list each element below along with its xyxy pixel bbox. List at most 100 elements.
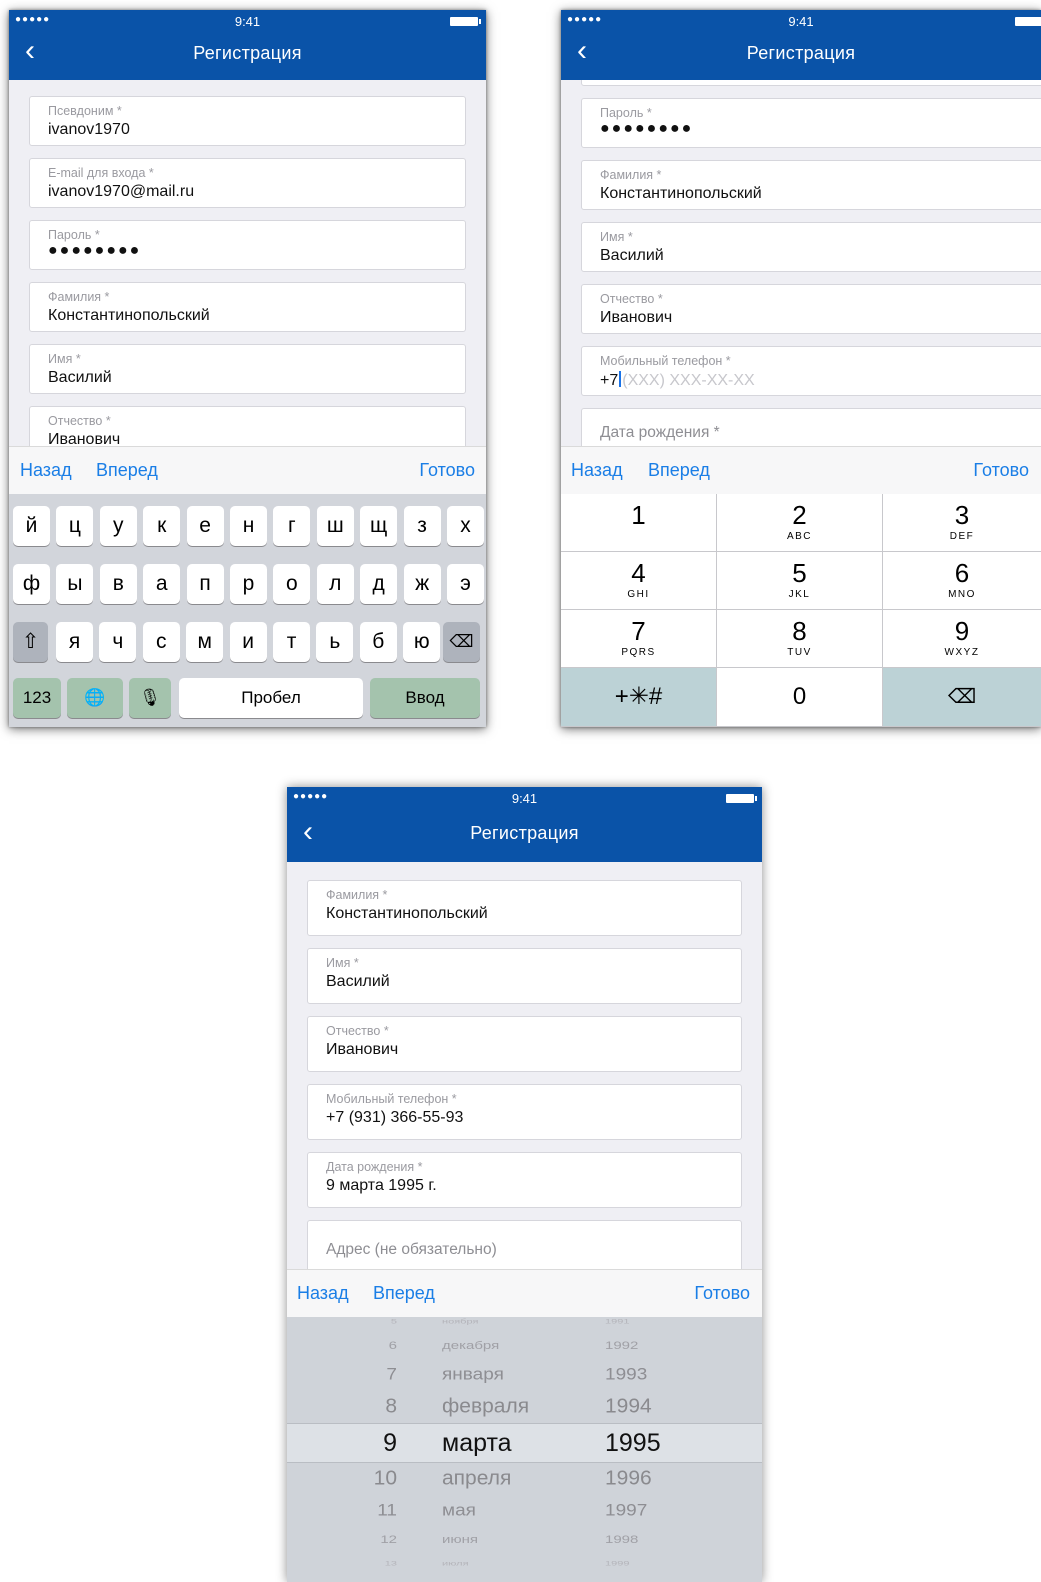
- key-row1-6[interactable]: г: [273, 506, 311, 546]
- field-label: Имя *: [48, 352, 81, 366]
- date-picker[interactable]: 5 ноября 1991 6 декабря 1992 7 января 1993 8 февра…: [287, 1317, 762, 1582]
- mobile-phone-field[interactable]: Мобильный телефон * +7 (931) 366-55-93: [307, 1084, 742, 1140]
- field-value: Василий: [600, 247, 664, 264]
- text-keyboard: йцукенгшщзх фывапролджэ ⇧ ⌫ ячсмитьбю 12…: [9, 494, 486, 727]
- picker-month: марта: [442, 1428, 512, 1457]
- first-name-field[interactable]: Имя * Василий: [29, 344, 466, 394]
- forward-button[interactable]: Вперед: [373, 1283, 435, 1304]
- picker-row[interactable]: 7 января 1993: [287, 1365, 762, 1385]
- key-row1-9[interactable]: з: [403, 506, 441, 546]
- key-row2-2[interactable]: в: [99, 564, 137, 604]
- picker-year: 1997: [605, 1500, 648, 1520]
- key-row1-0[interactable]: й: [13, 506, 50, 546]
- key-row1-10[interactable]: х: [447, 506, 484, 546]
- digit-key-0[interactable]: 0: [717, 668, 883, 727]
- picker-year: 1996: [605, 1467, 652, 1489]
- picker-row[interactable]: 10 апреля 1996: [287, 1467, 762, 1491]
- globe-key[interactable]: 🌐: [67, 678, 123, 718]
- digit-key-3[interactable]: 3 DEF: [883, 494, 1041, 552]
- key-row3-2[interactable]: с: [142, 622, 180, 662]
- key-row2-4[interactable]: п: [186, 564, 224, 604]
- digit-label: 3: [954, 500, 970, 530]
- picker-row[interactable]: 11 мая 1997: [287, 1501, 762, 1521]
- email-field[interactable]: E-mail для входа * ivanov1970@mail.ru: [29, 158, 466, 208]
- first-name-field[interactable]: Имя * Василий: [307, 948, 742, 1004]
- symbols-key[interactable]: +✳#: [561, 668, 717, 727]
- surname-field[interactable]: Фамилия * Константинопольский: [581, 160, 1041, 210]
- surname-field[interactable]: Фамилия * Константинопольский: [307, 880, 742, 936]
- key-row1-2[interactable]: у: [99, 506, 137, 546]
- key-row2-3[interactable]: а: [143, 564, 181, 604]
- digit-key-1[interactable]: 1: [561, 494, 717, 552]
- digit-key-2[interactable]: 2 ABC: [717, 494, 883, 552]
- key-row2-7[interactable]: л: [316, 564, 354, 604]
- birth-date-field[interactable]: Дата рождения * 9 марта 1995 г.: [307, 1152, 742, 1208]
- field-label: Отчество *: [326, 1024, 389, 1038]
- key-row1-4[interactable]: е: [186, 506, 224, 546]
- navigation-bar: ●●●●● 9:41 ‹ Регистрация: [287, 787, 762, 862]
- field-label: Мобильный телефон *: [326, 1092, 457, 1106]
- email-field[interactable]: [581, 80, 1041, 86]
- first-name-field[interactable]: Имя * Василий: [581, 222, 1041, 272]
- forward-button[interactable]: Вперед: [96, 460, 158, 481]
- digit-key-5[interactable]: 5 JKL: [717, 552, 883, 610]
- picker-row[interactable]: 12 июня 1998: [287, 1533, 762, 1547]
- key-row2-10[interactable]: э: [447, 564, 484, 604]
- picker-month: ноября: [442, 1317, 479, 1325]
- key-row3-8[interactable]: ю: [403, 622, 441, 662]
- numbers-key[interactable]: 123: [13, 678, 61, 718]
- nickname-field[interactable]: Псевдоним * ivanov1970: [29, 96, 466, 146]
- delete-key[interactable]: ⌫: [443, 622, 480, 662]
- delete-key[interactable]: ⌫: [883, 668, 1041, 727]
- digit-key-8[interactable]: 8 TUV: [717, 610, 883, 668]
- password-field[interactable]: Пароль * ●●●●●●●●: [29, 220, 466, 270]
- key-row2-5[interactable]: р: [230, 564, 267, 604]
- back-button[interactable]: Назад: [20, 460, 72, 481]
- key-row1-8[interactable]: щ: [360, 506, 398, 546]
- return-key[interactable]: Ввод: [370, 678, 480, 718]
- key-row3-6[interactable]: ь: [316, 622, 354, 662]
- patronymic-field[interactable]: Отчество * Иванович: [307, 1016, 742, 1072]
- key-row2-6[interactable]: о: [273, 564, 311, 604]
- key-row3-0[interactable]: я: [56, 622, 93, 662]
- digit-key-7[interactable]: 7 PQRS: [561, 610, 717, 668]
- picker-row-selected[interactable]: 9 марта 1995: [287, 1429, 762, 1458]
- key-row1-1[interactable]: ц: [56, 506, 94, 546]
- back-button[interactable]: Назад: [297, 1283, 349, 1304]
- password-field[interactable]: Пароль * ●●●●●●●●: [581, 98, 1041, 148]
- key-row2-9[interactable]: ж: [403, 564, 441, 604]
- key-row3-3[interactable]: м: [186, 622, 224, 662]
- picker-row[interactable]: 13 июля 1999: [287, 1560, 762, 1568]
- key-row1-7[interactable]: ш: [316, 506, 354, 546]
- space-key[interactable]: Пробел: [179, 678, 363, 718]
- key-row2-8[interactable]: д: [360, 564, 398, 604]
- microphone-key[interactable]: 🎙: [129, 678, 171, 718]
- done-button[interactable]: Готово: [694, 1283, 750, 1304]
- done-button[interactable]: Готово: [973, 460, 1029, 481]
- shift-key[interactable]: ⇧: [13, 622, 48, 662]
- back-button[interactable]: Назад: [571, 460, 623, 481]
- digit-key-9[interactable]: 9 WXYZ: [883, 610, 1041, 668]
- digit-key-6[interactable]: 6 MNO: [883, 552, 1041, 610]
- picker-row[interactable]: 8 февраля 1994: [287, 1395, 762, 1419]
- key-row1-5[interactable]: н: [230, 506, 267, 546]
- key-row3-5[interactable]: т: [273, 622, 310, 662]
- key-row3-1[interactable]: ч: [99, 622, 137, 662]
- picker-row[interactable]: 5 ноября 1991: [287, 1318, 762, 1326]
- key-row2-0[interactable]: ф: [13, 564, 50, 604]
- phone-screen-text-keyboard: ●●●●● 9:41 ‹ Регистрация Псевдоним * iva…: [9, 10, 486, 727]
- forward-button[interactable]: Вперед: [648, 460, 710, 481]
- address-field[interactable]: Адрес (не обязательно): [307, 1220, 742, 1276]
- key-row3-4[interactable]: и: [229, 622, 267, 662]
- key-row1-3[interactable]: к: [143, 506, 181, 546]
- picker-row[interactable]: 6 декабря 1992: [287, 1339, 762, 1353]
- surname-field[interactable]: Фамилия * Константинопольский: [29, 282, 466, 332]
- digit-key-4[interactable]: 4 GHI: [561, 552, 717, 610]
- patronymic-field[interactable]: Отчество * Иванович: [581, 284, 1041, 334]
- done-button[interactable]: Готово: [419, 460, 475, 481]
- key-row2-1[interactable]: ы: [56, 564, 94, 604]
- key-row3-7[interactable]: б: [359, 622, 397, 662]
- field-value: Иванович: [600, 309, 673, 326]
- picker-year: 1999: [605, 1559, 630, 1567]
- mobile-phone-field[interactable]: Мобильный телефон * +7 (XXX) XXX-XX-XX: [581, 346, 1041, 396]
